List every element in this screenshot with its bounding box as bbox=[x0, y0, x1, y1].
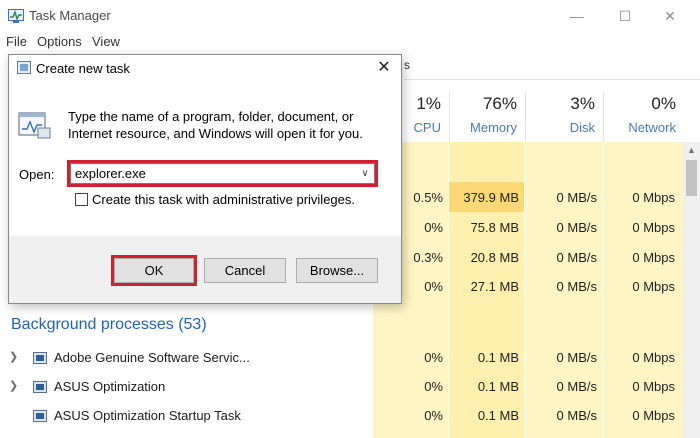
cell-memory: 0.1 MB bbox=[477, 408, 519, 423]
menu-file[interactable]: File bbox=[6, 34, 27, 49]
process-name: Adobe Genuine Software Servic... bbox=[54, 350, 250, 365]
maximize-button[interactable]: ☐ bbox=[615, 6, 635, 26]
cell-memory: 0.1 MB bbox=[477, 350, 519, 365]
cell-cpu: 0% bbox=[424, 379, 443, 394]
cell-network: 0 Mbps bbox=[632, 379, 675, 394]
table-row[interactable]: 0% 27.1 MB 0 MB/s 0 Mbps bbox=[373, 271, 683, 301]
table-row[interactable]: ❯ ASUS Optimization 0% 0.1 MB 0 MB/s 0 M… bbox=[0, 372, 683, 401]
network-label: Network bbox=[628, 120, 676, 135]
column-header-memory[interactable]: 76% Memory bbox=[449, 92, 525, 142]
scrollbar-thumb[interactable] bbox=[686, 160, 697, 196]
cell-memory: 20.8 MB bbox=[470, 250, 519, 265]
process-icon bbox=[33, 381, 47, 393]
menu-options[interactable]: Options bbox=[37, 34, 82, 49]
process-icon bbox=[33, 352, 47, 364]
cell-disk: 0 MB/s bbox=[556, 190, 597, 205]
close-window-button[interactable]: ✕ bbox=[660, 6, 680, 26]
background-processes-heading: Background processes (53) bbox=[11, 316, 207, 333]
open-label: Open: bbox=[19, 167, 55, 182]
memory-label: Memory bbox=[470, 120, 517, 135]
network-percent: 0% bbox=[651, 94, 676, 113]
cpu-percent: 1% bbox=[416, 94, 441, 113]
minimize-button[interactable]: — bbox=[567, 6, 587, 26]
dialog-title: Create new task bbox=[36, 61, 130, 76]
window-title: Task Manager bbox=[29, 8, 111, 23]
admin-privileges-label[interactable]: Create this task with administrative pri… bbox=[92, 192, 355, 207]
menu-view[interactable]: View bbox=[92, 34, 120, 49]
dialog-close-button[interactable]: ✕ bbox=[372, 56, 396, 80]
cell-network: 0 Mbps bbox=[632, 279, 675, 294]
admin-privileges-checkbox[interactable] bbox=[75, 193, 88, 206]
run-dialog-icon bbox=[17, 61, 31, 74]
open-input[interactable] bbox=[70, 163, 375, 184]
cell-network: 0 Mbps bbox=[632, 220, 675, 235]
cell-network: 0 Mbps bbox=[632, 250, 675, 265]
disk-percent: 3% bbox=[570, 94, 595, 113]
table-row[interactable]: 0.5% 379.9 MB 0 MB/s 0 Mbps bbox=[373, 182, 683, 212]
ok-button[interactable]: OK bbox=[114, 258, 194, 283]
table-row[interactable]: 0.3% 20.8 MB 0 MB/s 0 Mbps bbox=[373, 242, 683, 272]
cell-memory: 0.1 MB bbox=[477, 379, 519, 394]
cell-network: 0 Mbps bbox=[632, 408, 675, 423]
cell-disk: 0 MB/s bbox=[556, 279, 597, 294]
cell-network: 0 Mbps bbox=[632, 190, 675, 205]
tab-label-fragment[interactable]: s bbox=[404, 58, 410, 72]
scroll-up-arrow-icon[interactable]: ▲ bbox=[683, 142, 700, 158]
cell-disk: 0 MB/s bbox=[556, 408, 597, 423]
browse-button[interactable]: Browse... bbox=[296, 258, 378, 283]
cell-memory: 379.9 MB bbox=[463, 190, 519, 205]
table-row[interactable]: ❯ Adobe Genuine Software Servic... 0% 0.… bbox=[0, 343, 683, 372]
cell-cpu: 0% bbox=[424, 408, 443, 423]
cell-cpu: 0% bbox=[424, 350, 443, 365]
run-program-icon bbox=[18, 112, 51, 139]
column-header-network[interactable]: 0% Network bbox=[603, 92, 684, 142]
cell-disk: 0 MB/s bbox=[556, 379, 597, 394]
column-header-disk[interactable]: 3% Disk bbox=[525, 92, 603, 142]
cell-memory: 27.1 MB bbox=[470, 279, 519, 294]
process-name: ASUS Optimization bbox=[54, 379, 166, 394]
cell-disk: 0 MB/s bbox=[556, 350, 597, 365]
table-row[interactable]: 0% 75.8 MB 0 MB/s 0 Mbps bbox=[373, 212, 683, 242]
memory-percent: 76% bbox=[482, 94, 517, 113]
expand-chevron-icon[interactable]: ❯ bbox=[9, 379, 18, 392]
task-manager-app-icon bbox=[8, 9, 24, 23]
dialog-description: Type the name of a program, folder, docu… bbox=[68, 109, 363, 141]
process-icon bbox=[33, 410, 47, 422]
cell-memory: 75.8 MB bbox=[470, 220, 519, 235]
disk-label: Disk bbox=[569, 120, 595, 135]
cell-disk: 0 MB/s bbox=[556, 250, 597, 265]
chevron-down-icon[interactable]: ∨ bbox=[358, 166, 372, 182]
process-name: ASUS Optimization Startup Task bbox=[54, 408, 241, 423]
table-row[interactable]: ASUS Optimization Startup Task 0% 0.1 MB… bbox=[0, 401, 683, 430]
tab-strip bbox=[404, 55, 700, 80]
expand-chevron-icon[interactable]: ❯ bbox=[9, 350, 18, 363]
cell-disk: 0 MB/s bbox=[556, 220, 597, 235]
cell-network: 0 Mbps bbox=[632, 350, 675, 365]
cancel-button[interactable]: Cancel bbox=[204, 258, 286, 283]
cpu-label: CPU bbox=[413, 120, 441, 135]
